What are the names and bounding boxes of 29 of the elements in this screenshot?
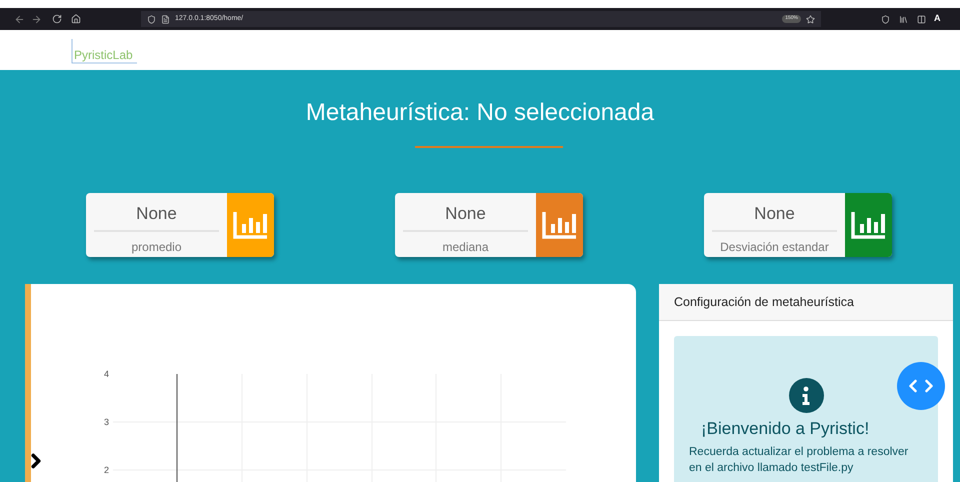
panel-header: Configuración de metaheurística xyxy=(674,294,854,311)
library-icon[interactable] xyxy=(899,14,908,24)
forward-icon[interactable] xyxy=(31,14,42,24)
profile-button[interactable]: A xyxy=(934,12,940,26)
page-icon xyxy=(161,14,170,24)
stat-value: None xyxy=(445,204,486,224)
axis-tick-label: 3 xyxy=(104,417,109,427)
page-title: Metaheurística: No seleccionada xyxy=(304,98,656,128)
sidebar-icon[interactable] xyxy=(917,14,926,24)
star-icon[interactable] xyxy=(806,14,815,24)
home-icon[interactable] xyxy=(71,14,81,24)
stat-label: promedio xyxy=(131,239,182,256)
welcome-text: Recuerda actualizar el problema a resolver en el archivo llamado testFile.py xyxy=(689,444,910,476)
bar-chart-icon xyxy=(850,210,886,240)
stat-value: None xyxy=(754,204,795,224)
info-icon xyxy=(788,378,824,413)
stat-value: None xyxy=(136,204,177,224)
shield-icon xyxy=(147,14,156,24)
logo-mark-icon xyxy=(70,38,138,64)
reload-icon[interactable] xyxy=(52,14,62,24)
back-icon[interactable] xyxy=(14,14,25,24)
axis-tick-label: 4 xyxy=(104,369,109,379)
stat-label: mediana xyxy=(442,239,489,256)
axis-tick-label: 2 xyxy=(104,465,109,475)
bar-chart-icon xyxy=(542,210,578,240)
bar-chart-icon xyxy=(232,210,268,240)
pocket-icon[interactable] xyxy=(881,14,890,24)
welcome-title: ¡Bienvenido a Pyristic! xyxy=(701,418,870,440)
stat-label: Desviación estandar xyxy=(720,239,829,256)
